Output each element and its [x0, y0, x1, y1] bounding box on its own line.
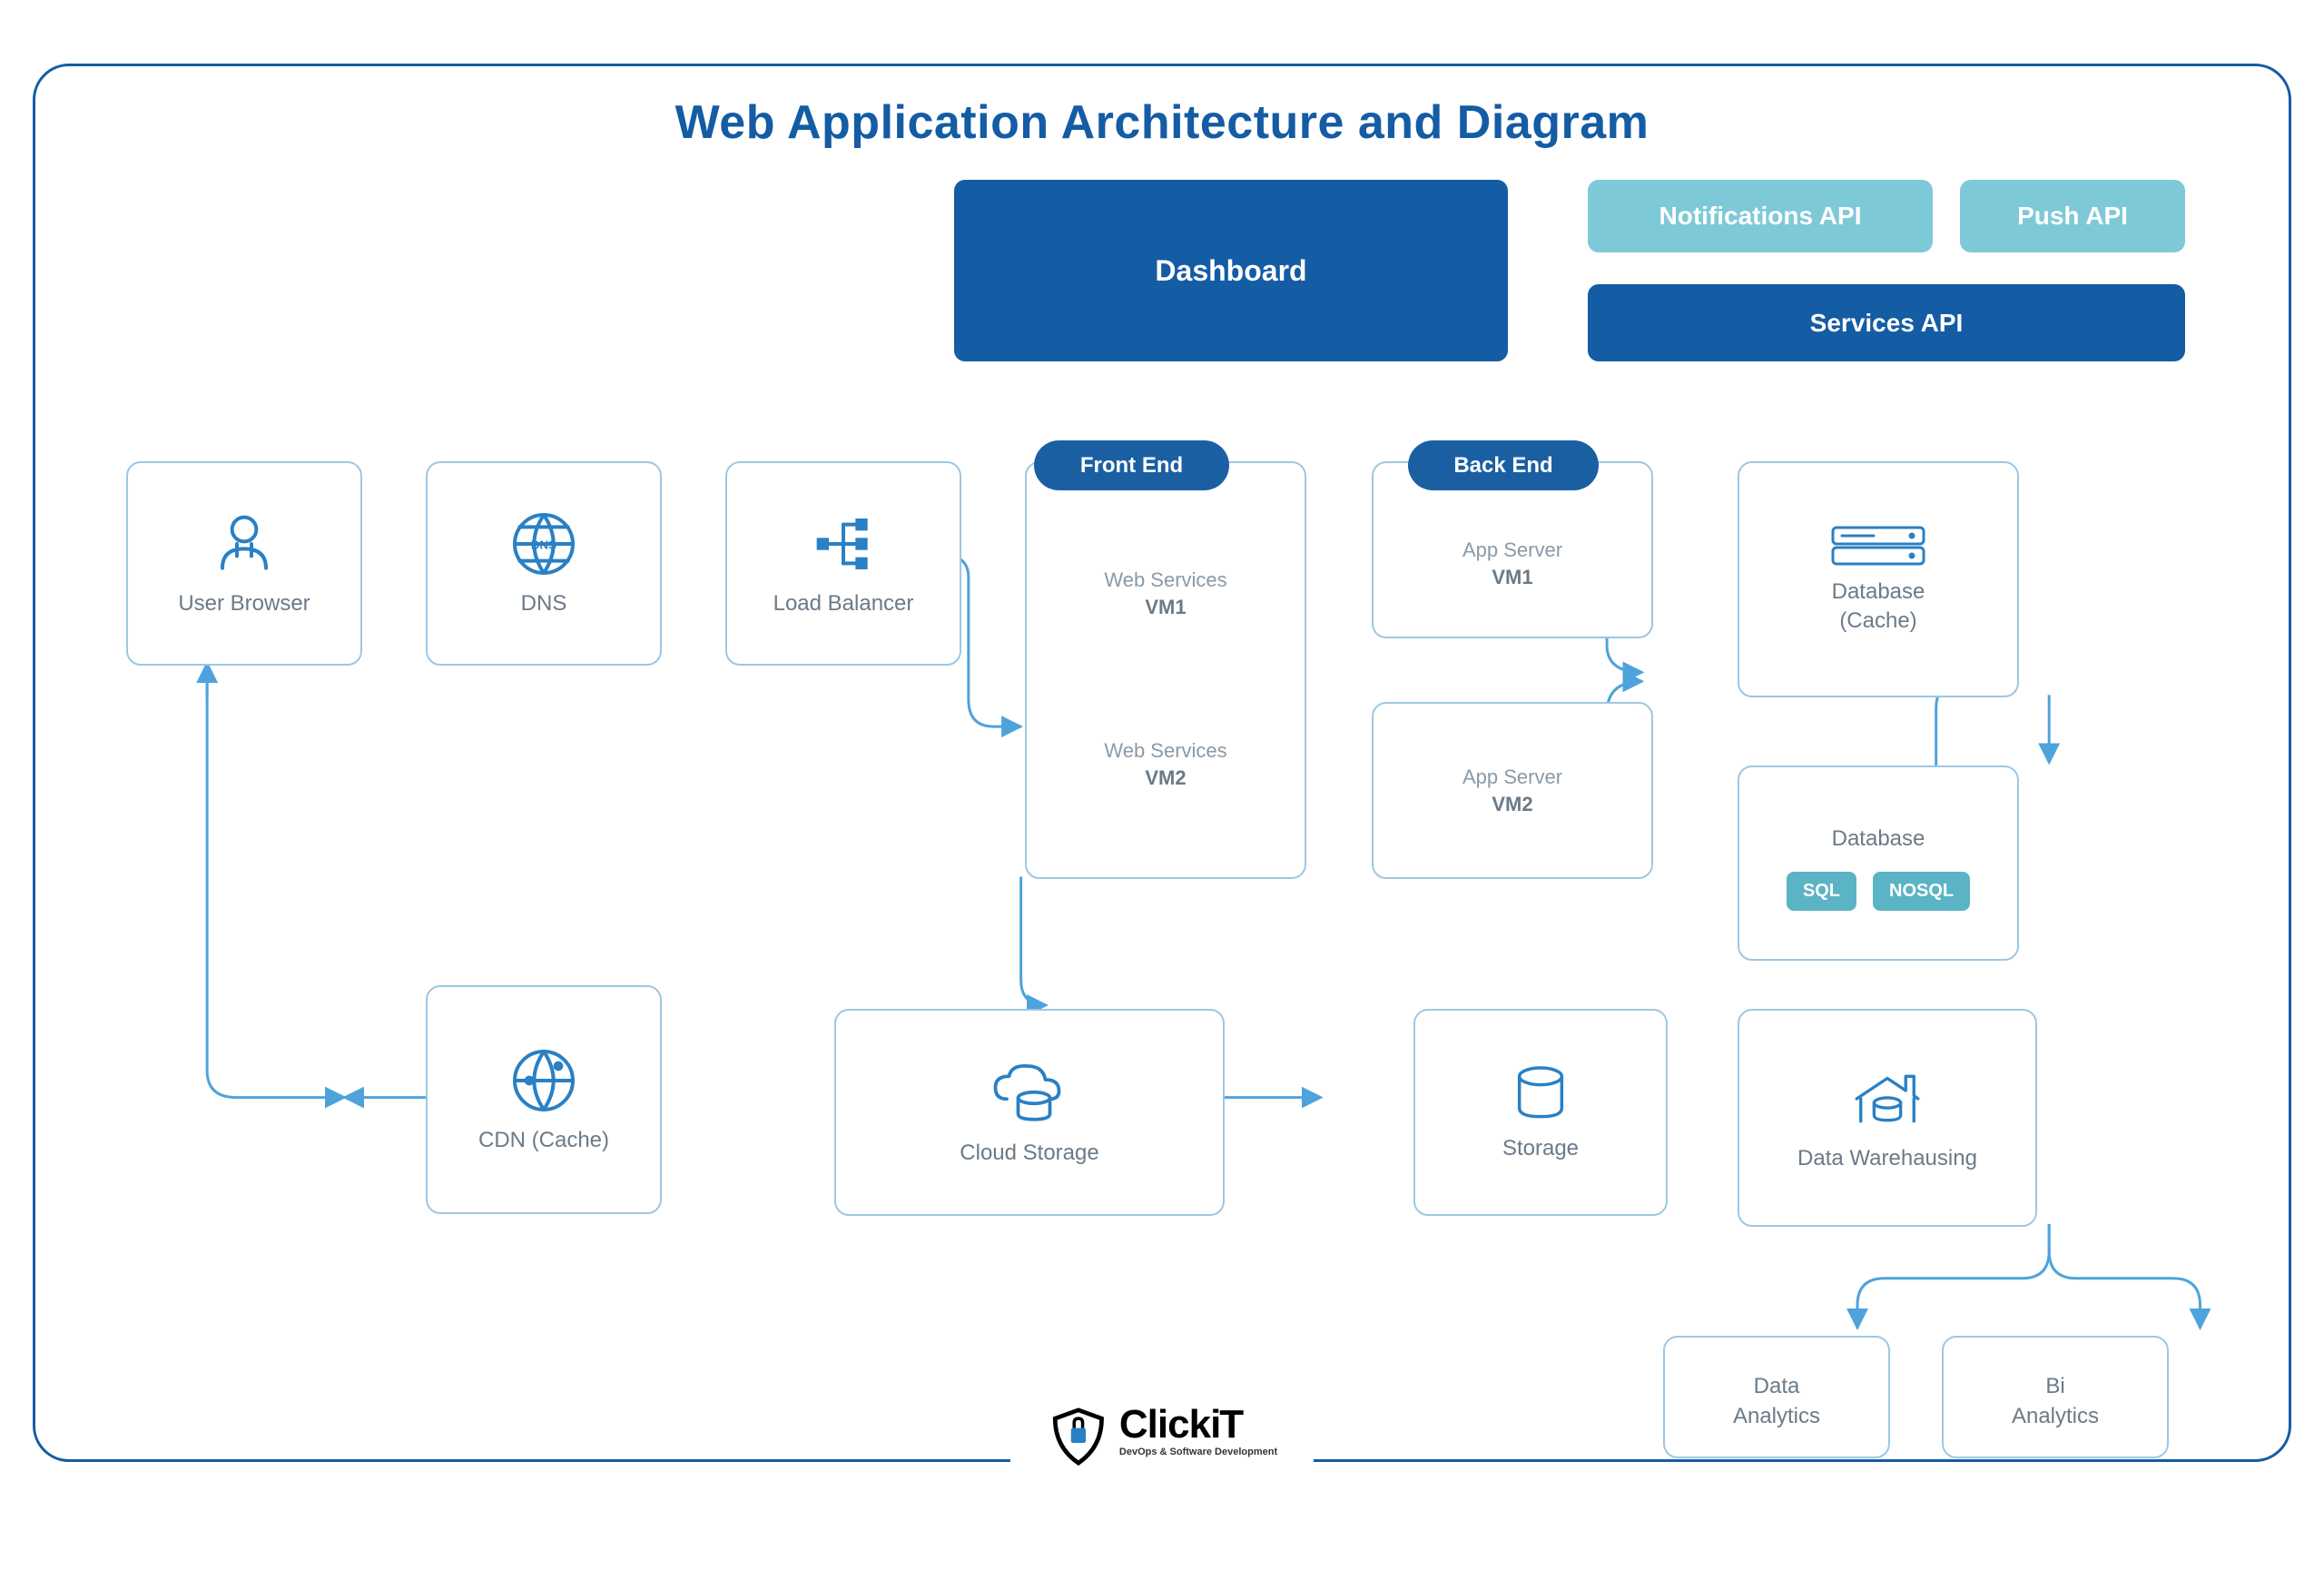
- load-balancer-label: Load Balancer: [773, 589, 914, 618]
- user-browser-label: User Browser: [178, 589, 310, 618]
- load-balancer-node: Load Balancer: [725, 461, 961, 666]
- cdn-label: CDN (Cache): [478, 1126, 609, 1155]
- user-browser-node: User Browser: [126, 461, 362, 666]
- frontend-pill: Front End: [1034, 440, 1229, 490]
- database-node: Database SQL NOSQL: [1738, 765, 2019, 961]
- data-warehousing-node: Data Warehausing: [1738, 1009, 2037, 1227]
- push-api-box: Push API: [1960, 180, 2185, 252]
- web-services-2: Web ServicesVM2: [1104, 737, 1226, 791]
- frontend-node: Web ServicesVM1 Web ServicesVM2: [1025, 461, 1306, 879]
- server-icon: [1828, 523, 1928, 568]
- services-api-box: Services API: [1588, 284, 2185, 361]
- dashboard-box: Dashboard: [954, 180, 1508, 361]
- bi-analytics-label: BiAnalytics: [2012, 1372, 2099, 1431]
- dns-label: DNS: [521, 589, 567, 618]
- app-server-2-label: App ServerVM2: [1462, 764, 1562, 817]
- data-analytics-node: DataAnalytics: [1663, 1336, 1890, 1458]
- diagram-frame: Web Application Architecture and Diagram: [33, 64, 2291, 1462]
- logo-tagline: DevOps & Software Development: [1119, 1447, 1277, 1457]
- logo-name: ClickiT: [1119, 1405, 1277, 1445]
- clickit-logo: ClickiT DevOps & Software Development: [1010, 1405, 1314, 1468]
- bi-analytics-node: BiAnalytics: [1942, 1336, 2169, 1458]
- globe-dot-icon: [507, 1044, 580, 1117]
- sql-tag: SQL: [1787, 872, 1856, 911]
- cloud-storage-node: Cloud Storage: [834, 1009, 1225, 1216]
- warehouse-icon: [1846, 1062, 1928, 1135]
- dns-node: DNS DNS: [426, 461, 662, 666]
- user-icon: [208, 508, 281, 580]
- database-cache-node: Database(Cache): [1738, 461, 2019, 697]
- data-analytics-label: DataAnalytics: [1733, 1372, 1820, 1431]
- database-cache-label: Database(Cache): [1832, 578, 1925, 637]
- web-services-1: Web ServicesVM1: [1104, 567, 1226, 620]
- cloud-storage-label: Cloud Storage: [960, 1139, 1098, 1168]
- app-server-2-node: App ServerVM2: [1372, 702, 1653, 879]
- shield-icon: [1047, 1405, 1110, 1468]
- nosql-tag: NOSQL: [1873, 872, 1970, 911]
- storage-node: Storage: [1413, 1009, 1668, 1216]
- data-warehousing-label: Data Warehausing: [1797, 1144, 1977, 1173]
- app-server-1-label: App ServerVM1: [1462, 537, 1562, 590]
- backend-pill: Back End: [1408, 440, 1599, 490]
- database-label: Database: [1832, 825, 1925, 854]
- svg-text:DNS: DNS: [531, 538, 556, 552]
- storage-label: Storage: [1502, 1134, 1579, 1163]
- globe-icon: DNS: [507, 508, 580, 580]
- notifications-api-box: Notifications API: [1588, 180, 1933, 252]
- cylinder-icon: [1509, 1062, 1572, 1125]
- lb-icon: [807, 508, 880, 580]
- cloud-db-icon: [984, 1057, 1075, 1130]
- cdn-node: CDN (Cache): [426, 985, 662, 1214]
